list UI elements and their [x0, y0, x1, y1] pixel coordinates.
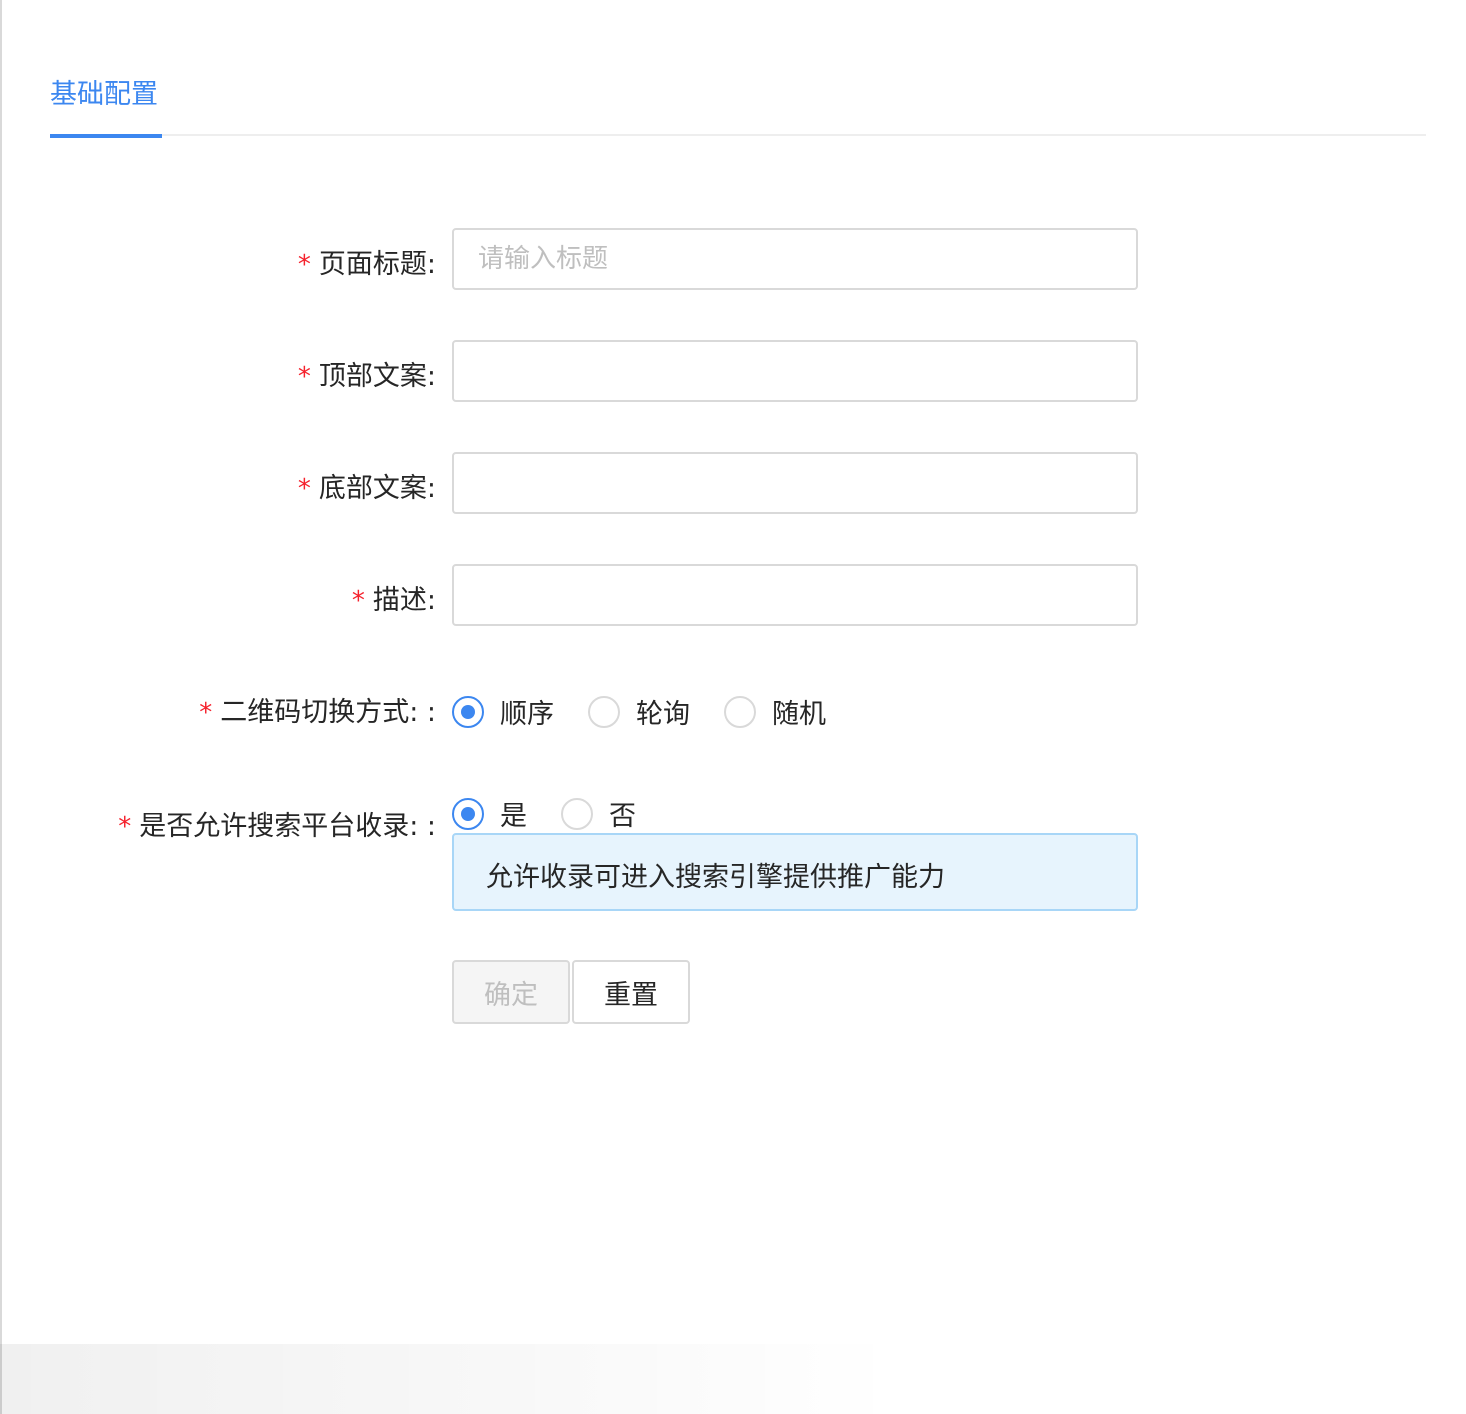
- description-label: * 描述:: [351, 585, 436, 616]
- required-mark: *: [118, 812, 132, 842]
- tab-active-indicator: [50, 134, 162, 138]
- required-mark: *: [297, 474, 311, 504]
- qr-switch-radio-group: 顺序 轮询 随机: [452, 692, 860, 731]
- allow-index-label: * 是否允许搜索平台收录: :: [118, 811, 436, 842]
- confirm-button[interactable]: 确定: [452, 960, 570, 1024]
- top-copy-input[interactable]: [452, 340, 1138, 402]
- page-title-label: * 页面标题:: [297, 249, 436, 280]
- radio-checked-icon: [452, 797, 484, 830]
- radio-yes[interactable]: 是: [452, 794, 527, 833]
- allow-index-radio-group: 是 否: [452, 794, 670, 833]
- tab-label: 基础配置: [50, 79, 158, 110]
- info-notice: 允许收录可进入搜索引擎提供推广能力: [452, 833, 1138, 911]
- left-edge-divider: [0, 0, 2, 1414]
- radio-round-robin[interactable]: 轮询: [588, 692, 690, 731]
- page-title-input[interactable]: [452, 228, 1138, 290]
- bottom-copy-label: * 底部文案:: [297, 473, 436, 504]
- bottom-copy-input[interactable]: [452, 452, 1138, 514]
- tab-bar: 基础配置: [50, 60, 1426, 138]
- description-input[interactable]: [452, 564, 1138, 626]
- radio-unchecked-icon: [588, 695, 620, 728]
- required-mark: *: [297, 250, 311, 280]
- radio-no[interactable]: 否: [561, 794, 636, 833]
- bottom-shadow: [0, 1344, 900, 1414]
- radio-unchecked-icon: [561, 797, 593, 830]
- radio-sequential[interactable]: 顺序: [452, 692, 554, 731]
- required-mark: *: [297, 362, 311, 392]
- radio-checked-icon: [452, 695, 484, 728]
- required-mark: *: [351, 586, 365, 616]
- reset-button[interactable]: 重置: [572, 960, 690, 1024]
- radio-random[interactable]: 随机: [724, 692, 826, 731]
- required-mark: *: [199, 698, 213, 728]
- tab-basic-config[interactable]: 基础配置: [50, 60, 162, 138]
- info-notice-text: 允许收录可进入搜索引擎提供推广能力: [486, 862, 945, 893]
- top-copy-label: * 顶部文案:: [297, 361, 436, 392]
- qr-switch-label: * 二维码切换方式: :: [199, 697, 436, 728]
- radio-unchecked-icon: [724, 695, 756, 728]
